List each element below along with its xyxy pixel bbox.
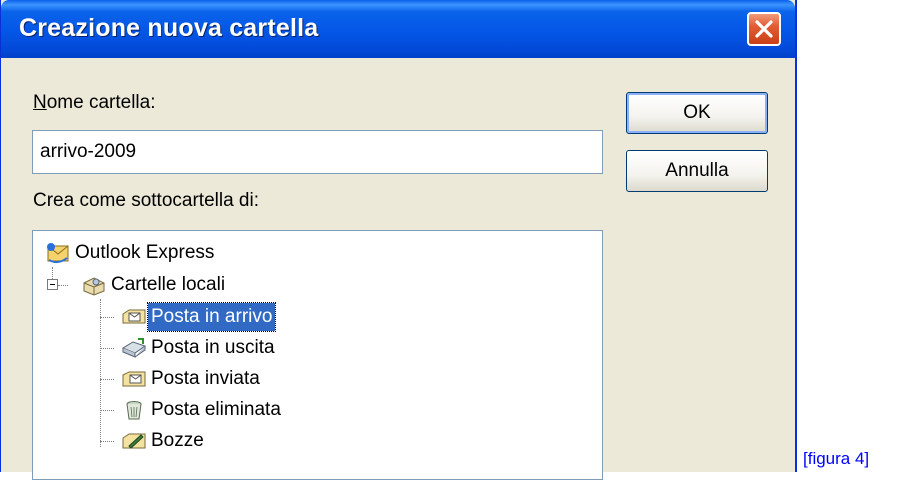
close-icon [755,20,773,38]
tree-connector [100,410,114,411]
parent-folder-label: Crea come sottocartella di: [33,190,259,211]
folder-name-input[interactable]: arrivo-2009 [32,130,603,174]
tree-item-label: Cartelle locali [111,274,226,295]
tree-connector [100,348,114,349]
deleted-items-icon [126,401,142,420]
tree-item-label: Bozze [151,430,204,451]
figure-caption: [figura 4] [803,449,870,468]
local-folders-icon [83,277,105,296]
dialog-title: Creazione nuova cartella [19,14,319,42]
tree-connector [58,285,68,286]
folder-name-label: Nome cartella: [33,92,156,113]
tree-item-label: Posta in arrivo [146,302,277,332]
outlook-express-icon [47,243,69,264]
cancel-button[interactable]: Annulla [626,150,768,192]
tree-connector [100,317,114,318]
ok-button[interactable]: OK [626,92,768,134]
drafts-icon [122,433,146,449]
tree-item-label: Posta inviata [151,368,260,389]
tree-item-label: Posta eliminata [151,399,281,420]
tree-connector [100,299,101,447]
new-folder-dialog: Creazione nuova cartella Nome cartella: … [0,0,797,480]
title-bar[interactable]: Creazione nuova cartella [1,0,795,58]
close-button[interactable] [747,12,781,46]
folder-tree[interactable]: Outlook Express Cartelle locali Posta in… [32,230,603,480]
tree-connector [100,441,114,442]
tree-connector [100,379,114,380]
tree-item-label: Outlook Express [75,242,215,263]
collapse-toggle[interactable] [47,279,58,290]
tree-item-label: Posta in uscita [151,337,275,358]
outbox-icon [121,338,147,358]
sent-items-icon [122,371,146,387]
inbox-icon [122,309,146,324]
